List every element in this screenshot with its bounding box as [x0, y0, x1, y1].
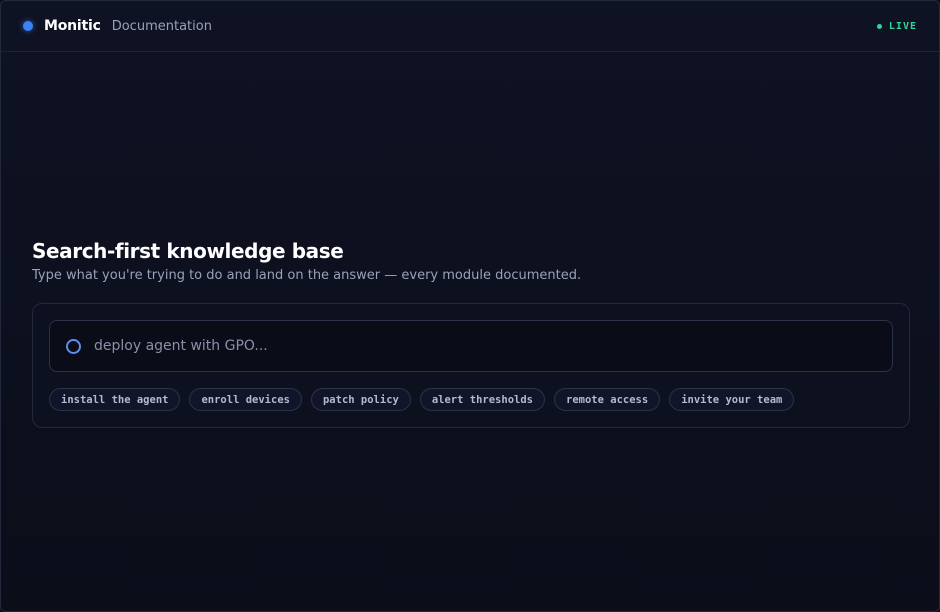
live-dot-icon [876, 23, 882, 29]
suggestion-chip[interactable]: install the agent [49, 388, 181, 411]
brand-name[interactable]: Monitic [44, 18, 101, 34]
suggestion-chip[interactable]: invite your team [669, 388, 795, 411]
brand-logo-icon [23, 21, 33, 31]
search-card: install the agent enroll devices patch p… [32, 303, 910, 428]
app-window: Monitic Documentation LIVE Search-first … [0, 0, 940, 612]
live-status-label: LIVE [888, 20, 917, 32]
live-status-badge: LIVE [876, 20, 917, 32]
page-subtitle: Type what you're trying to do and land o… [32, 268, 582, 283]
suggestion-chip[interactable]: patch policy [310, 388, 411, 411]
search-box[interactable] [49, 320, 893, 372]
section-label[interactable]: Documentation [112, 19, 212, 34]
suggestion-chip[interactable]: remote access [554, 388, 661, 411]
suggestion-chip[interactable]: alert thresholds [419, 388, 545, 411]
suggestion-chip[interactable]: enroll devices [189, 388, 302, 411]
search-icon [66, 338, 81, 354]
suggestion-chips: install the agent enroll devices patch p… [49, 388, 893, 411]
search-input[interactable] [94, 338, 876, 354]
page-title: Search-first knowledge base [32, 239, 344, 263]
hero-section: Search-first knowledge base Type what yo… [32, 237, 910, 428]
top-bar: Monitic Documentation LIVE [1, 1, 939, 52]
